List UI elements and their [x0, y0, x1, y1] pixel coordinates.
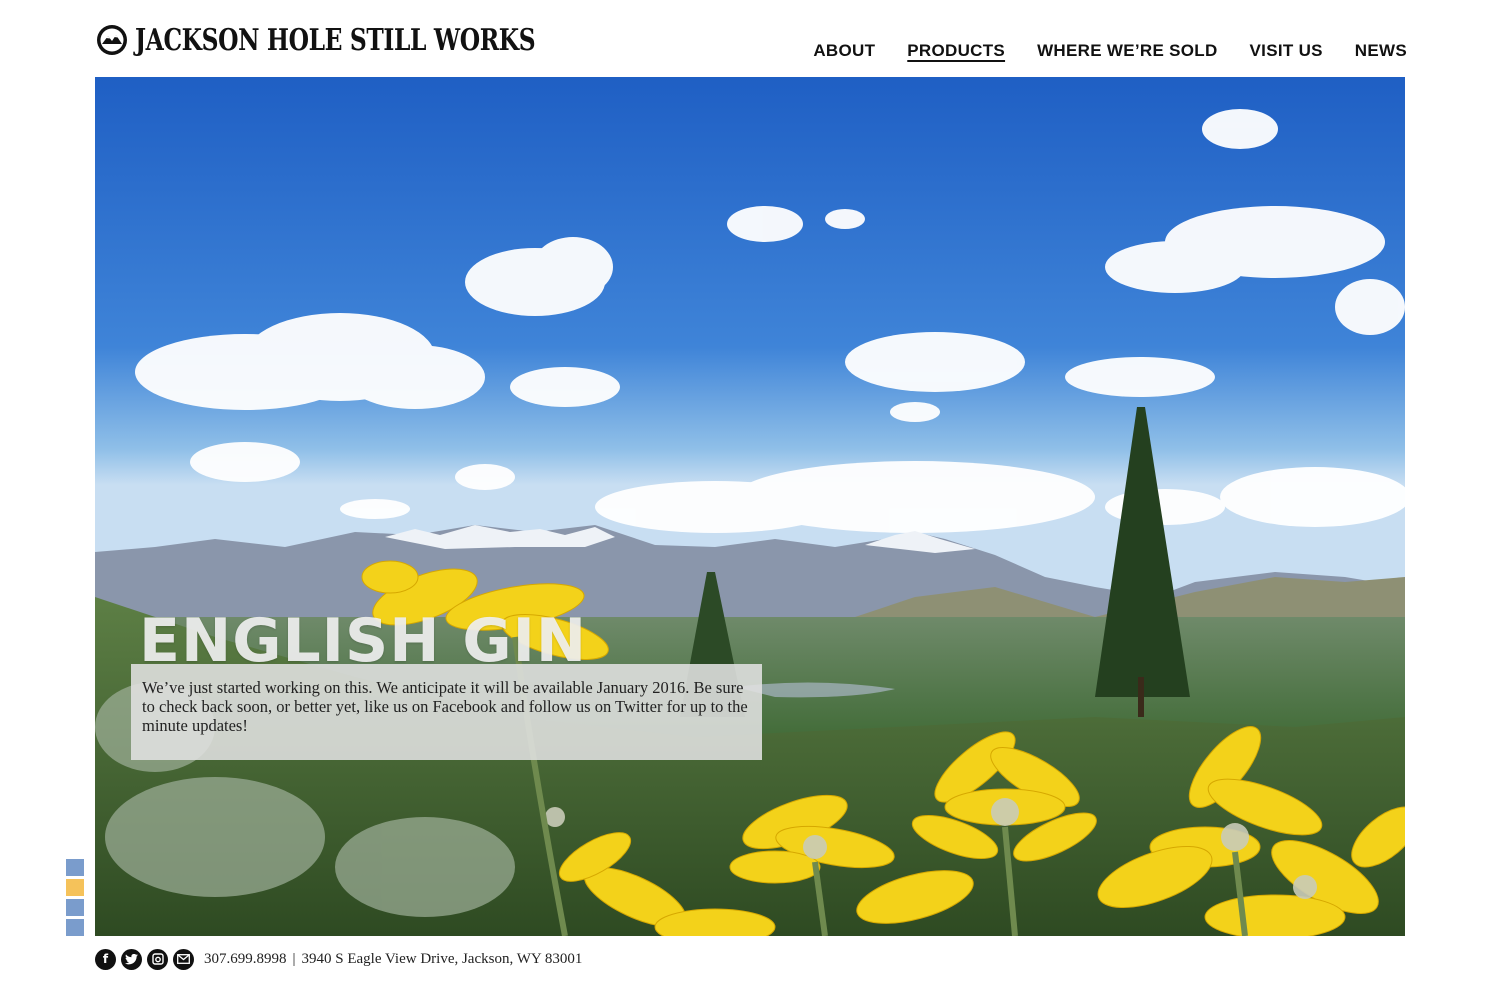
- pager-dot-2[interactable]: [66, 879, 84, 896]
- slide-pager: [66, 859, 84, 939]
- logo-mountain-icon: [97, 25, 127, 55]
- product-description: We’ve just started working on this. We a…: [142, 678, 748, 735]
- facebook-icon[interactable]: f: [95, 948, 116, 970]
- phone-number[interactable]: 307.699.8998: [204, 951, 287, 967]
- brand-name: JACKSON HOLE STILL WORKS: [135, 22, 536, 58]
- brand-logo[interactable]: JACKSON HOLE STILL WORKS: [95, 20, 648, 60]
- nav-item-news[interactable]: NEWS: [1355, 40, 1407, 62]
- pager-dot-3[interactable]: [66, 899, 84, 916]
- nav-item-where-sold[interactable]: WHERE WE’RE SOLD: [1037, 40, 1217, 62]
- product-description-box: We’ve just started working on this. We a…: [131, 664, 762, 760]
- social-links: f: [95, 948, 194, 970]
- nav-item-visit-us[interactable]: VISIT US: [1250, 40, 1323, 62]
- contact-info: 307.699.8998 | 3940 S Eagle View Drive, Ja…: [204, 951, 582, 968]
- footer: f 307.699.8998 | 3940 S Eagle View Drive, …: [95, 948, 582, 970]
- instagram-icon[interactable]: [147, 948, 168, 970]
- pager-dot-1[interactable]: [66, 859, 84, 876]
- landscape-photo: [95, 77, 1405, 936]
- email-icon[interactable]: [173, 948, 194, 970]
- hero-image: ENGLISH GIN We’ve just started working o…: [95, 77, 1405, 936]
- footer-separator: |: [292, 950, 296, 967]
- street-address: 3940 S Eagle View Drive, Jackson, WY 830…: [301, 950, 583, 967]
- nav-item-products[interactable]: PRODUCTS: [907, 40, 1005, 62]
- pager-dot-4[interactable]: [66, 919, 84, 936]
- nav-item-about[interactable]: ABOUT: [813, 40, 875, 62]
- twitter-icon[interactable]: [121, 948, 142, 970]
- main-nav: ABOUT PRODUCTS WHERE WE’RE SOLD VISIT US…: [813, 40, 1407, 62]
